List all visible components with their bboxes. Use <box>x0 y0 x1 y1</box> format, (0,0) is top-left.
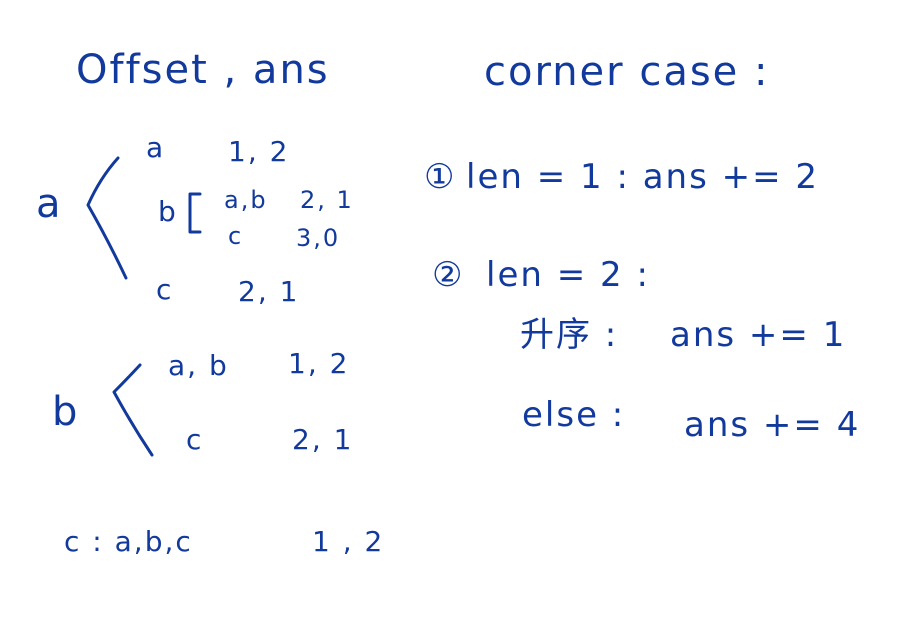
right-title: corner case : <box>484 49 770 95</box>
corner-case-2-sub1-label: 升序 : <box>520 315 619 355</box>
group-c-value: 1 , 2 <box>312 525 385 558</box>
group-a-row-key: c <box>156 273 174 306</box>
corner-case-1-marker: ① <box>424 157 457 197</box>
group-c-line: c : a,b,c <box>64 525 193 558</box>
group-b-row-key: a, b <box>168 349 229 382</box>
sub-b-key: c <box>228 222 244 250</box>
left-title: Offset , ans <box>76 47 330 93</box>
group-a-row-value: 2, 1 <box>238 275 300 308</box>
sub-b-value: 3,0 <box>296 224 341 252</box>
corner-case-2-sub1-result: ans += 1 <box>670 315 847 355</box>
whiteboard-canvas: Offset , ans corner case : a a 1, 2 b a,… <box>0 0 910 631</box>
corner-case-1-text: len = 1 : ans += 2 <box>466 157 820 197</box>
group-b-brace <box>112 363 154 457</box>
sub-b-key: a,b <box>224 186 268 214</box>
sub-b-bracket <box>188 192 202 234</box>
corner-case-2-sub2-label: else : <box>522 395 626 435</box>
corner-case-2-marker: ② <box>432 255 465 295</box>
group-b-row-value: 1, 2 <box>288 347 350 380</box>
group-b-label: b <box>52 389 80 435</box>
group-a-row-key: b <box>158 195 178 228</box>
group-a-row-key: a <box>146 131 166 164</box>
group-a-label: a <box>36 181 63 227</box>
group-b-row-key: c <box>186 423 204 456</box>
group-b-row-value: 2, 1 <box>292 423 354 456</box>
group-a-row-value: 1, 2 <box>228 135 290 168</box>
sub-b-value: 2, 1 <box>300 186 354 214</box>
group-a-brace <box>86 156 128 280</box>
corner-case-2-sub2-result: ans += 4 <box>684 405 861 445</box>
corner-case-2-text: len = 2 : <box>486 255 650 295</box>
